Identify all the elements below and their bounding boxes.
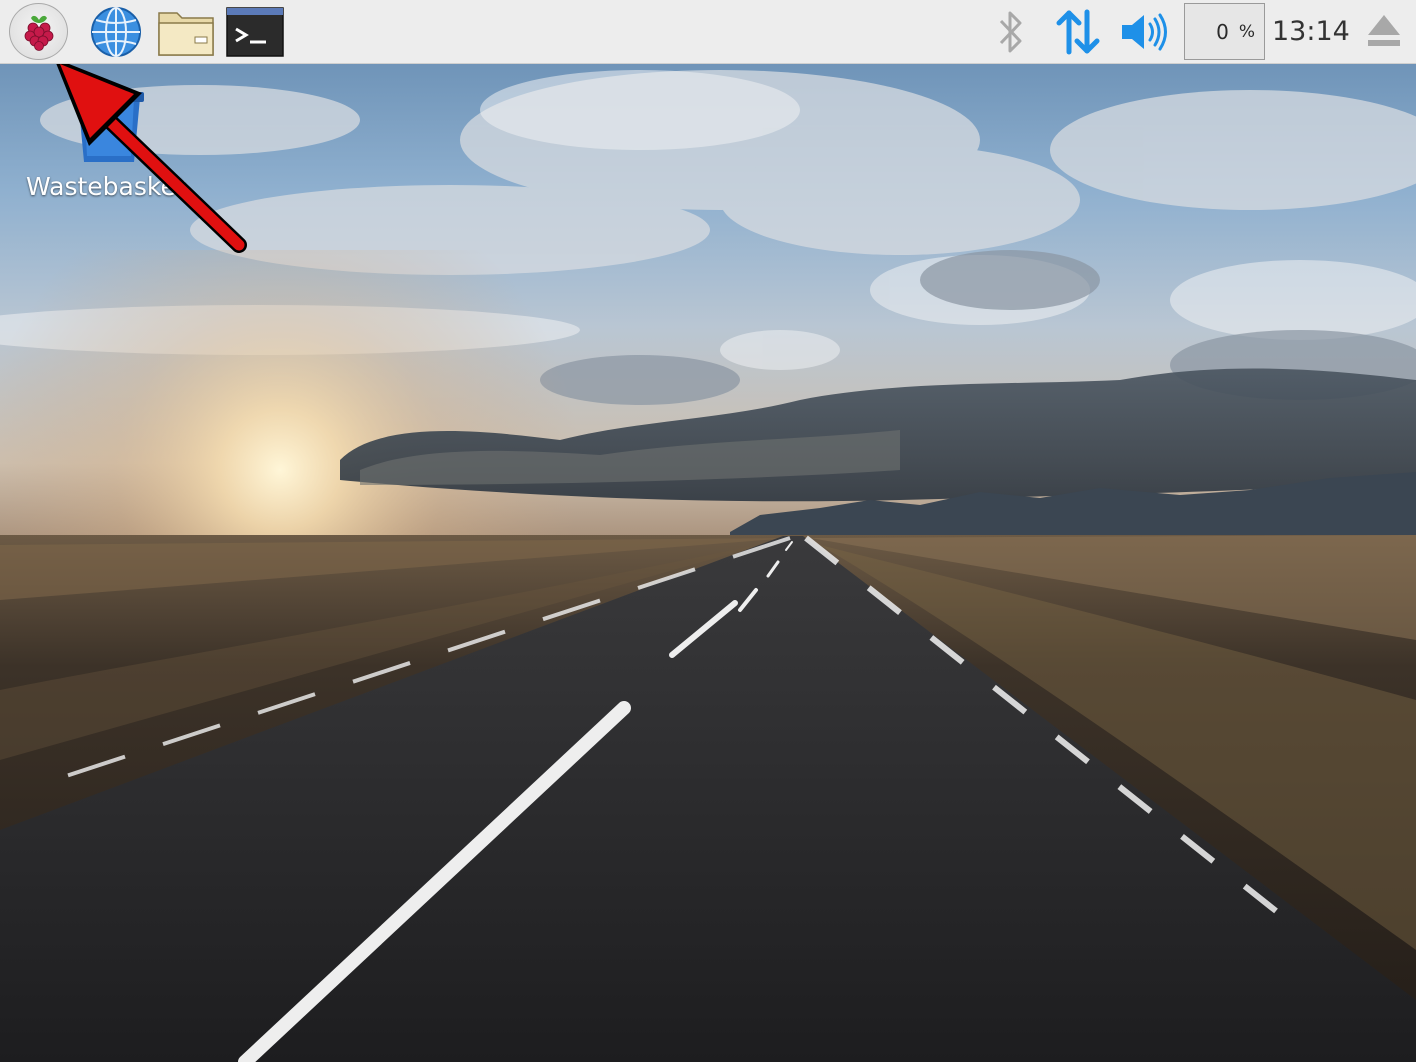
eject-icon[interactable]: [1362, 8, 1406, 56]
terminal-icon: [226, 7, 284, 57]
menu-button[interactable]: [9, 3, 68, 60]
taskbar: 0 % 13:14: [0, 0, 1416, 64]
bluetooth-icon[interactable]: [990, 8, 1032, 56]
terminal-launcher[interactable]: [225, 6, 285, 58]
raspberry-icon: [24, 15, 53, 51]
cpu-unit: %: [1238, 21, 1256, 42]
speaker-icon[interactable]: [1118, 10, 1172, 54]
clock[interactable]: 13:14: [1272, 14, 1350, 50]
desktop-wallpaper: [0, 0, 1416, 1062]
cpu-value: 0: [1216, 19, 1230, 44]
cpu-monitor[interactable]: 0 %: [1184, 3, 1265, 60]
desktop-icon-wastebasket[interactable]: Wastebasket: [18, 82, 198, 212]
globe-icon: [91, 7, 141, 57]
desktop-icon-label: Wastebasket: [26, 172, 186, 201]
network-arrows-icon[interactable]: [1052, 6, 1104, 58]
desktop-screen: Wastebasket 0 % 13:14: [0, 0, 1416, 1062]
web-browser-launcher[interactable]: [88, 4, 144, 60]
file-manager-launcher[interactable]: [156, 4, 216, 60]
trash-icon: [74, 92, 144, 162]
folder-icon: [158, 12, 214, 56]
